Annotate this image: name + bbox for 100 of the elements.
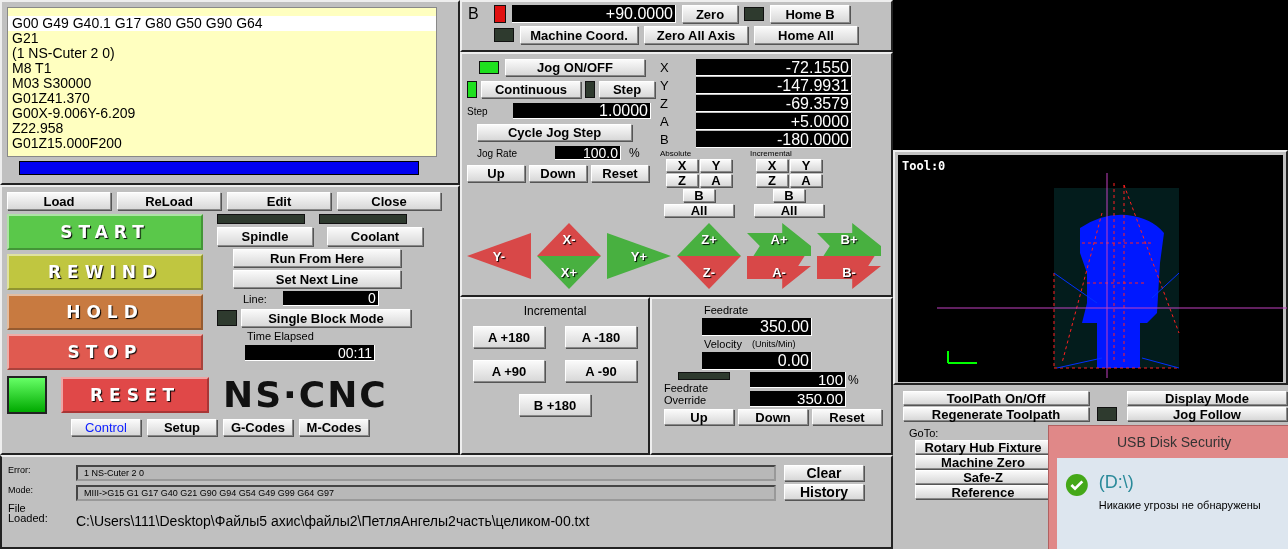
position-display: +5.0000 xyxy=(696,113,852,130)
coolant-button[interactable]: Coolant xyxy=(327,227,423,246)
cycle-button[interactable]: STOP xyxy=(7,334,203,370)
increment-button[interactable]: A +90 xyxy=(473,360,545,382)
time-display: 00:11 xyxy=(245,345,375,361)
run-from-here-button[interactable]: Run From Here xyxy=(233,249,401,267)
axis-zero-button[interactable]: Y xyxy=(790,159,822,172)
velocity-label: Velocity xyxy=(704,338,742,350)
step-display: 1.0000 xyxy=(513,103,651,119)
goto-button[interactable]: Machine Zero xyxy=(915,455,1051,469)
machine-coord-button[interactable]: Machine Coord. xyxy=(520,26,638,44)
axis-zero-button[interactable]: A xyxy=(790,174,822,187)
goto-button[interactable]: Safe-Z xyxy=(915,470,1051,484)
notification-title: USB Disk Security xyxy=(1117,433,1233,452)
file-path: C:\Users\111\Desktop\Файлы5 ахис\файлы2\ПетляАнгелы2часть\целиком-00.txt xyxy=(76,513,591,529)
step-label: Step xyxy=(467,105,489,117)
notification-message: Никакие угрозы не обнаружены xyxy=(1098,499,1262,511)
status-button[interactable]: Clear xyxy=(784,465,864,481)
zero-button[interactable]: Zero xyxy=(682,5,738,23)
home-all-button[interactable]: Home All xyxy=(754,26,858,44)
axis-zero-button[interactable]: B xyxy=(683,189,715,202)
axis-group-label: Incremental xyxy=(750,149,792,158)
axis-zero-button[interactable]: Y xyxy=(700,159,732,172)
gcode-line[interactable]: G00X-9.006Y-6.209 xyxy=(8,106,436,121)
axis-label: X xyxy=(660,60,670,75)
jog-follow-button[interactable]: Jog Follow xyxy=(1127,407,1287,421)
axis-zero-button[interactable]: A xyxy=(700,174,732,187)
position-display: -69.3579 xyxy=(696,95,852,112)
single-block-button[interactable]: Single Block Mode xyxy=(241,309,411,327)
axis-zero-button[interactable]: Z xyxy=(666,174,698,187)
feedrate-button[interactable]: Reset xyxy=(812,409,882,425)
error-label: Error: xyxy=(8,465,32,477)
mode-field: MIII->G15 G1 G17 G40 G21 G90 G94 G54 G49 G99 G64 G97 xyxy=(76,485,776,501)
tab[interactable]: Control xyxy=(71,419,141,436)
jog-rate-button[interactable]: Reset xyxy=(591,165,649,182)
jog-toggle-button[interactable]: Jog ON/OFF xyxy=(505,59,645,76)
jog-arrow-button[interactable]: B- xyxy=(817,256,881,289)
feedrate-label: Feedrate xyxy=(704,304,750,316)
mode-label: Mode: xyxy=(8,485,34,497)
file-button[interactable]: Edit xyxy=(227,192,331,210)
time-elapsed-label: Time Elapsed xyxy=(247,330,315,342)
jog-rate-button[interactable]: Down xyxy=(529,165,587,182)
gcode-line[interactable]: M8 T1 xyxy=(8,61,436,76)
increment-button[interactable]: A -180 xyxy=(565,326,637,348)
jog-rate-button[interactable]: Up xyxy=(467,165,525,182)
toolpath-toggle-button[interactable]: ToolPath On/Off xyxy=(903,391,1089,405)
gcode-line[interactable]: G01Z41.370 xyxy=(8,91,436,106)
feedrate-button[interactable]: Up xyxy=(664,409,734,425)
incremental-title: Incremental xyxy=(523,304,587,318)
jog-arrow-button[interactable]: A- xyxy=(747,256,811,289)
jog-arrow-button[interactable]: X- xyxy=(537,223,601,256)
feedrate-button[interactable]: Down xyxy=(738,409,808,425)
goto-button[interactable]: Reference xyxy=(915,485,1051,499)
zero-all-button[interactable]: Zero All Axis xyxy=(644,26,748,44)
axis-group-label: Absolute xyxy=(660,149,692,158)
display-mode-button[interactable]: Display Mode xyxy=(1127,391,1287,405)
file-loaded-label: File Loaded: xyxy=(8,503,49,523)
axis-label: Y xyxy=(660,78,670,93)
percent-label: % xyxy=(848,373,859,387)
jog-arrow-button[interactable]: Y- xyxy=(467,233,531,279)
jog-mode-button[interactable]: Step xyxy=(599,81,655,98)
axis-zero-button[interactable]: Z xyxy=(756,174,788,187)
axis-zero-button[interactable]: X xyxy=(756,159,788,172)
jog-mode-button[interactable]: Continuous xyxy=(481,81,581,98)
axis-zero-button[interactable]: B xyxy=(773,189,805,202)
axis-label: B xyxy=(660,132,670,147)
position-display: -72.1550 xyxy=(696,59,852,76)
gcode-line[interactable]: G21 xyxy=(8,31,436,46)
set-next-line-button[interactable]: Set Next Line xyxy=(233,270,401,288)
drive-label: (D:\) xyxy=(1098,472,1135,493)
axis-label: Z xyxy=(660,96,669,111)
goto-button[interactable]: Rotary Hub Fixture xyxy=(915,440,1051,454)
position-display: -180.0000 xyxy=(696,131,852,148)
axis-zero-button[interactable]: All xyxy=(754,204,824,217)
increment-button[interactable]: A +180 xyxy=(473,326,545,348)
spindle-button[interactable]: Spindle xyxy=(217,227,313,246)
gcode-line[interactable]: G01Z15.000F200 xyxy=(8,136,436,151)
logo: NS·CNC xyxy=(223,374,388,415)
units-label: (Units/Min) xyxy=(751,339,796,349)
jog-arrow-button[interactable]: Z- xyxy=(677,256,741,289)
file-button[interactable]: Close xyxy=(337,192,441,210)
status-button[interactable]: History xyxy=(784,484,864,500)
percent-label: % xyxy=(629,146,640,160)
regenerate-toolpath-button[interactable]: Regenerate Toolpath xyxy=(903,407,1089,421)
axis-zero-button[interactable]: X xyxy=(666,159,698,172)
increment-button[interactable]: B +180 xyxy=(519,394,591,416)
tab[interactable]: G-Codes xyxy=(223,419,293,436)
cycle-jog-step-button[interactable]: Cycle Jog Step xyxy=(477,124,632,141)
axis-zero-button[interactable]: All xyxy=(664,204,734,217)
reset-button[interactable]: RESET xyxy=(61,376,209,413)
gcode-line[interactable]: Z22.958 xyxy=(8,121,436,136)
file-button[interactable]: Load xyxy=(7,192,111,210)
gcode-line[interactable]: M03 S30000 xyxy=(8,76,436,91)
file-button[interactable]: ReLoad xyxy=(117,192,221,210)
increment-button[interactable]: A -90 xyxy=(565,360,637,382)
gcode-line[interactable]: (1 NS-Cuter 2 0) xyxy=(8,46,436,61)
tab[interactable]: Setup xyxy=(147,419,217,436)
tab[interactable]: M-Codes xyxy=(299,419,369,436)
home-button[interactable]: Home B xyxy=(770,5,850,23)
line-label: Line: xyxy=(243,292,267,305)
